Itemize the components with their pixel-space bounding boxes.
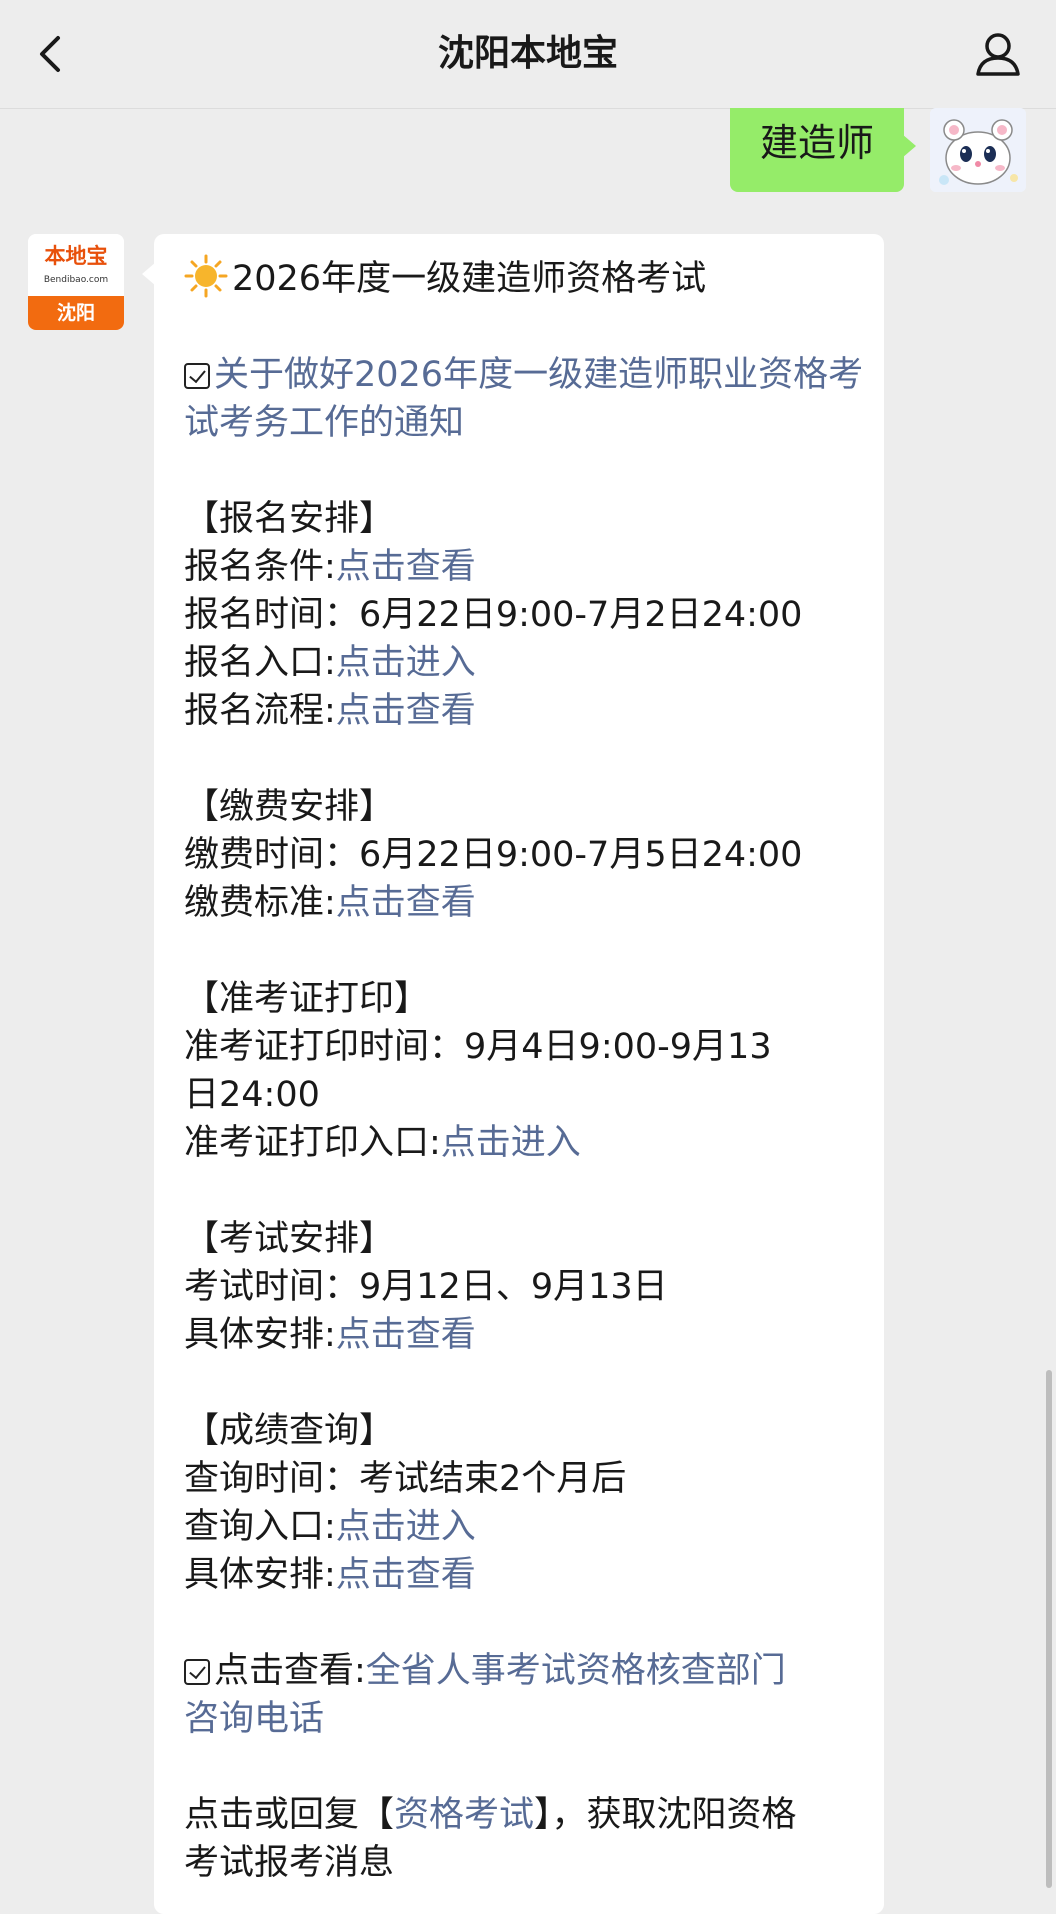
label: 报名入口: (184, 643, 336, 683)
label: 点击查看: (214, 1651, 366, 1691)
bendibao-avatar[interactable]: 本地宝 Bendibao.com 沈阳 (28, 234, 124, 330)
phone-link-part-1[interactable]: 全省人事考试资格核查部门 (366, 1651, 786, 1691)
chat-title: 沈阳本地宝 (437, 33, 618, 74)
notice-paragraph: 关于做好2026年度一级建造师职业资格考试考务工作的通知 (184, 351, 864, 447)
exam-detail-row: 具体安排:点击查看 (184, 1311, 864, 1359)
label: 具体安排: (184, 1315, 336, 1355)
registration-entry-row: 报名入口:点击进入 (184, 639, 864, 687)
checkbox-icon (184, 363, 210, 389)
registration-process-row: 报名流程:点击查看 (184, 687, 864, 735)
exam-title: 【考试安排】 (184, 1219, 395, 1259)
payment-title: 【缴费安排】 (184, 787, 395, 827)
admission-time-value-2: 日24:00 (184, 1075, 320, 1115)
sun-icon (184, 254, 228, 298)
score-time-value: 考试结束2个月后 (359, 1459, 627, 1499)
score-time-row: 查询时间：考试结束2个月后 (184, 1455, 864, 1503)
scrollbar[interactable] (1046, 1370, 1052, 1888)
received-message-bubble: 2026年度一级建造师资格考试 关于做好2026年度一级建造师职业资格考试考务工… (142, 234, 884, 1914)
score-detail-link[interactable]: 点击查看 (336, 1555, 476, 1595)
score-detail-row: 具体安排:点击查看 (184, 1551, 864, 1599)
sent-message-bubble[interactable]: 建造师 (729, 108, 917, 192)
admission-time-row: 准考证打印时间：9月4日9:00-9月13 (184, 1023, 864, 1071)
score-entry-row: 查询入口:点击进入 (184, 1503, 864, 1551)
phone-row: 点击查看:全省人事考试资格核查部门 (184, 1647, 864, 1695)
admission-entry-row: 准考证打印入口:点击进入 (184, 1119, 864, 1167)
score-entry-link[interactable]: 点击进入 (336, 1507, 476, 1547)
exam-detail-link[interactable]: 点击查看 (336, 1315, 476, 1355)
user-avatar[interactable] (930, 108, 1026, 192)
label: 报名时间： (184, 595, 360, 635)
registration-time-value: 6月22日9:00-7月2日24:00 (359, 595, 803, 635)
hamster-avatar-icon (930, 108, 1026, 192)
admission-title: 【准考证打印】 (184, 979, 430, 1019)
message-content: 2026年度一级建造师资格考试 关于做好2026年度一级建造师职业资格考试考务工… (184, 254, 864, 1887)
label: 缴费标准: (184, 883, 336, 923)
payment-time-row: 缴费时间：6月22日9:00-7月5日24:00 (184, 831, 864, 879)
sent-message-row: 建造师 (0, 108, 1056, 198)
profile-button[interactable] (970, 26, 1026, 82)
top-nav-bar: 沈阳本地宝 (0, 0, 1056, 109)
footer-suffix-1: 】，获取沈阳资格 (534, 1795, 797, 1835)
phone-link-part-2[interactable]: 咨询电话 (184, 1695, 864, 1743)
avatar-brand-text: 本地宝 (44, 244, 108, 268)
label: 报名流程: (184, 691, 336, 731)
headline-line: 2026年度一级建造师资格考试 (184, 254, 864, 303)
registration-conditions-row: 报名条件:点击查看 (184, 543, 864, 591)
label: 具体安排: (184, 1555, 336, 1595)
registration-time-row: 报名时间：6月22日9:00-7月2日24:00 (184, 591, 864, 639)
avatar-domain-text: Bendibao.com (43, 275, 109, 285)
label: 考试时间： (184, 1267, 360, 1307)
footer-prefix: 点击或回复【 (184, 1795, 395, 1835)
label: 查询时间： (184, 1459, 360, 1499)
admission-time-value-1: 9月4日9:00-9月13 (464, 1027, 772, 1067)
footer-keyword-link[interactable]: 资格考试 (394, 1795, 534, 1835)
admission-entry-link[interactable]: 点击进入 (441, 1123, 581, 1163)
label: 报名条件: (184, 547, 336, 587)
avatar-city-text: 沈阳 (28, 296, 124, 330)
exam-time-value: 9月12日、9月13日 (359, 1267, 668, 1307)
notice-link[interactable]: 关于做好2026年度一级建造师职业资格考试考务工作的通知 (184, 355, 863, 443)
label: 准考证打印入口: (184, 1123, 441, 1163)
label: 准考证打印时间： (184, 1027, 465, 1067)
exam-time-row: 考试时间：9月12日、9月13日 (184, 1263, 864, 1311)
score-title: 【成绩查询】 (184, 1411, 395, 1451)
checkbox-icon (184, 1659, 210, 1685)
registration-entry-link[interactable]: 点击进入 (336, 643, 476, 683)
registration-process-link[interactable]: 点击查看 (336, 691, 476, 731)
footer-row: 点击或回复【资格考试】，获取沈阳资格 (184, 1791, 864, 1839)
payment-time-value: 6月22日9:00-7月5日24:00 (359, 835, 803, 875)
registration-conditions-link[interactable]: 点击查看 (336, 547, 476, 587)
footer-suffix-2: 考试报考消息 (184, 1843, 395, 1883)
headline-text: 2026年度一级建造师资格考试 (232, 259, 707, 299)
avatar-brand-area: 本地宝 Bendibao.com (28, 234, 124, 296)
payment-standard-link[interactable]: 点击查看 (336, 883, 476, 923)
label: 缴费时间： (184, 835, 360, 875)
person-icon (976, 33, 1020, 76)
label: 查询入口: (184, 1507, 336, 1547)
payment-standard-row: 缴费标准:点击查看 (184, 879, 864, 927)
registration-title: 【报名安排】 (184, 499, 395, 539)
